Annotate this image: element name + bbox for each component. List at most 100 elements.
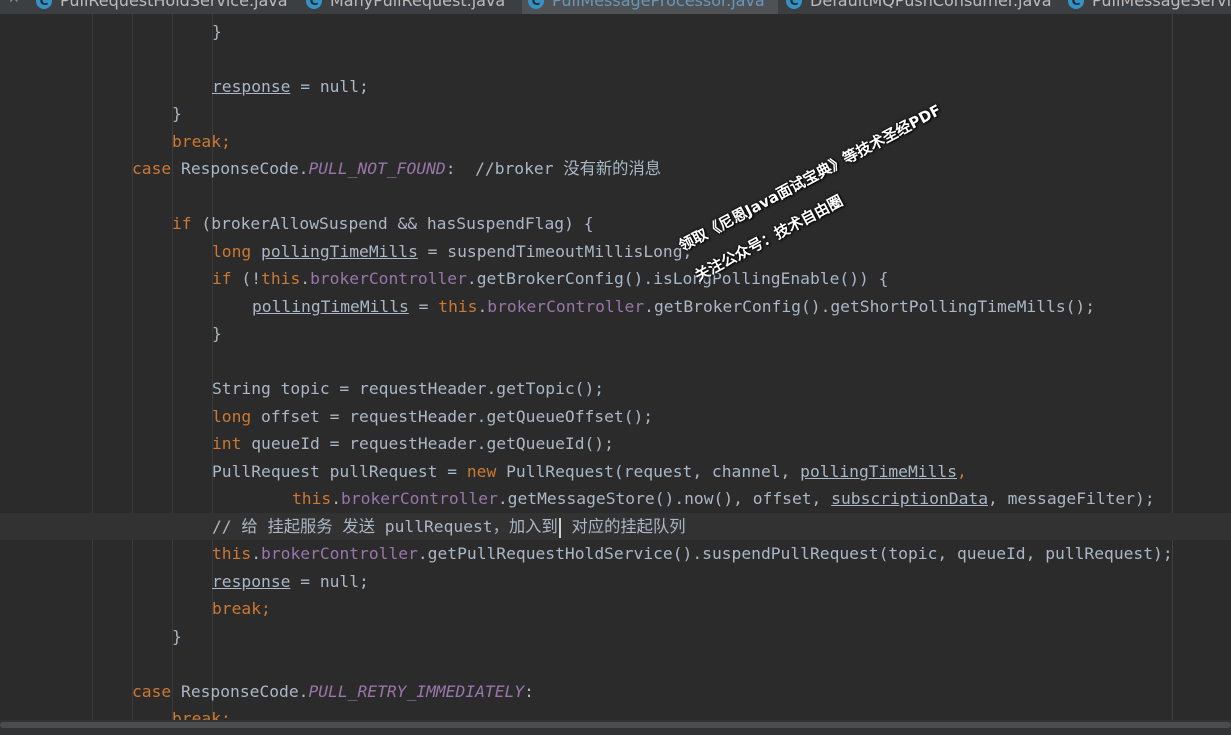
code-line: this.brokerController.getMessageStore().… [292,485,1155,512]
code-line: response = null; [212,568,369,595]
tab-defaultmqpushconsumer[interactable]: C DefaultMQPushConsumer.java ✕ [786,0,1058,14]
code-text: this [212,544,252,563]
code-text: , [957,462,967,481]
code-text: queueId = requestHeader.getQueueId(); [241,434,614,453]
tab-label: PullMessageProcessor.java [552,0,765,10]
code-text: offset = requestHeader.getQueueOffset(); [251,407,654,426]
code-line: int queueId = requestHeader.getQueueId()… [212,430,614,457]
code-text: new [466,462,497,481]
code-line: // 给 挂起服务 发送 pullRequest，加入到 对应的挂起队列 [212,513,686,540]
code-text: this [261,269,301,288]
code-text: .getPullRequestHoldService().suspendPull… [417,544,1173,563]
scrollbar-thumb[interactable] [0,722,1231,728]
code-text: ResponseCode. [171,159,309,178]
code-line: if (!this.brokerController.getBrokerConf… [212,265,888,292]
code-text: long [212,242,252,261]
code-text: } [212,22,222,41]
tab-label: PullMessageServic [1092,0,1231,10]
code-text: int [212,434,242,453]
indent-guide [132,14,133,720]
tab-label: ManyPullRequest.java [330,0,506,10]
code-text: if [172,214,192,233]
code-line: long offset = requestHeader.getQueueOffs… [212,403,653,430]
code-text: brokerController [341,489,498,508]
code-editor[interactable]: } response = null; } break; case Respons… [0,14,1231,720]
class-icon: C [528,0,544,9]
code-line: pollingTimeMills = this.brokerController… [252,293,1095,320]
code-text: PullRequest pullRequest = [212,462,467,481]
tab-label: DefaultMQPushConsumer.java [810,0,1052,10]
code-text: pollingTimeMills [261,242,418,261]
close-icon[interactable]: ✕ [517,0,518,9]
code-text: (! [231,269,262,288]
code-text: case [132,159,172,178]
right-margin-guide [1172,14,1173,720]
code-line: String topic = requestHeader.getTopic(); [212,375,604,402]
tab-pullmessageprocessor[interactable]: C PullMessageProcessor.java ✕ [522,0,778,14]
code-text: ResponseCode. [171,682,309,701]
class-icon: C [786,0,802,9]
code-text: . [300,269,311,288]
code-text: break; [172,132,231,151]
code-text: PULL_RETRY_IMMEDIATELY [308,682,525,701]
code-text: : //broker 没有新的消息 [445,159,662,178]
code-line: long pollingTimeMills = suspendTimeoutMi… [212,238,692,265]
tab-pullrequestholdservice[interactable]: C PullRequestHoldService.java ✕ [36,0,298,14]
close-icon[interactable]: ✕ [8,0,20,7]
code-text: = [408,297,439,316]
code-text: this [292,489,332,508]
close-icon[interactable]: ✕ [777,0,778,9]
code-text: case [132,682,172,701]
class-icon: C [1068,0,1084,9]
tab-label: PullRequestHoldService.java [60,0,288,10]
code-text: PullRequest(request, channel, [496,462,801,481]
code-text: break; [172,709,231,720]
code-line: break; [172,128,231,155]
code-line: case ResponseCode.PULL_RETRY_IMMEDIATELY… [132,678,534,705]
code-text: this [438,297,478,316]
code-text: String topic = requestHeader.getTopic(); [212,379,605,398]
code-text: response [212,572,291,591]
code-text: .getMessageStore().now(), offset, [497,489,832,508]
code-text: (brokerAllowSuspend && hasSuspendFlag) { [191,214,594,233]
class-icon: C [36,0,52,9]
code-text: = null; [290,77,369,96]
code-text: long [212,407,252,426]
code-text: } [172,104,182,123]
code-text: brokerController [487,297,645,316]
code-text: . [331,489,342,508]
code-text: : [524,682,534,701]
code-line: break; [172,705,231,720]
code-text: } [172,627,182,646]
code-text: , messageFilter); [988,489,1155,508]
code-text: PULL_NOT_FOUND [308,159,446,178]
code-text: brokerController [261,544,418,563]
class-icon: C [306,0,322,9]
code-text: if [212,269,232,288]
code-text: = null; [290,572,369,591]
code-text: brokerController [310,269,467,288]
code-text: .getBrokerConfig().getShortPollingTimeMi… [644,297,1096,316]
code-line: response = null; [212,73,369,100]
tab-pullmessageservice[interactable]: C PullMessageServic [1068,0,1231,14]
tab-manypullrequest[interactable]: C ManyPullRequest.java ✕ [306,0,518,14]
code-text: = suspendTimeoutMillisLong; [417,242,693,261]
code-line: } [172,623,182,650]
editor-tab-bar: ✕ C PullRequestHoldService.java ✕ C Many… [0,0,1231,15]
code-text: pollingTimeMills [800,462,957,481]
code-comment: 对应的挂起队列 [561,517,686,536]
code-line: break; [212,595,271,622]
code-line: this.brokerController.getPullRequestHold… [212,540,1173,567]
code-line: if (brokerAllowSuspend && hasSuspendFlag… [172,210,594,237]
code-line: } [212,320,222,347]
code-text: .getBrokerConfig().isLongPollingEnable()… [466,269,889,288]
text-caret [558,517,561,538]
code-text: . [251,544,262,563]
code-line: PullRequest pullRequest = new PullReques… [212,458,967,485]
code-line: } [172,100,182,127]
code-text: pollingTimeMills [252,297,409,316]
code-line: case ResponseCode.PULL_NOT_FOUND: //brok… [132,155,661,182]
horizontal-scrollbar[interactable] [0,720,1231,735]
code-text: response [212,77,291,96]
code-text: subscriptionData [831,489,988,508]
